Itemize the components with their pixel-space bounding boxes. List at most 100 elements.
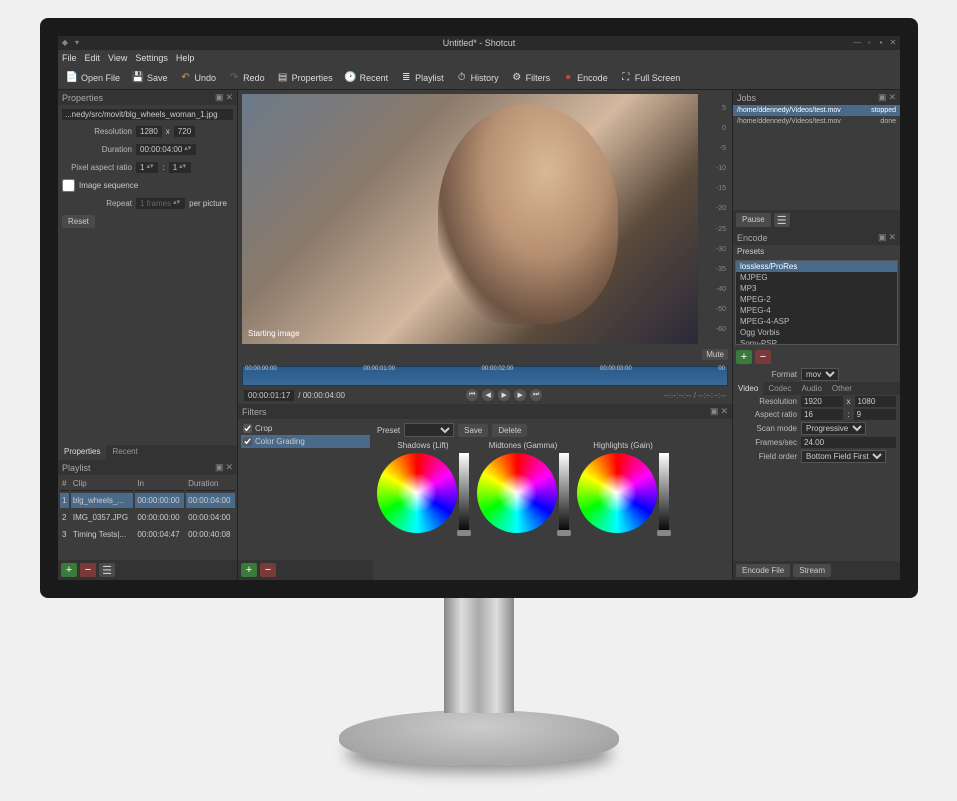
pin-icon[interactable]: ▾	[72, 38, 82, 48]
par-b[interactable]: 1▴▾	[169, 162, 191, 173]
undock-icon[interactable]: ▣	[710, 406, 719, 417]
fps-field[interactable]: 24.00	[801, 437, 896, 448]
preset-item[interactable]: MJPEG	[736, 272, 897, 283]
rewind-icon[interactable]: ◀	[482, 389, 494, 401]
open-file-button[interactable]: 📄Open File	[62, 70, 124, 86]
enc-res-w[interactable]: 1920	[801, 396, 843, 407]
res-width[interactable]: 1280	[136, 126, 162, 137]
jobs-menu-button[interactable]: ☰	[774, 213, 790, 227]
play-icon[interactable]: ▶	[498, 389, 510, 401]
luminance-slider[interactable]	[659, 453, 669, 533]
timeline[interactable]: 00:00:00:0000:00:01:0000:00:02:0000:00:0…	[242, 366, 728, 386]
scan-select[interactable]: Progressive	[801, 422, 866, 435]
menu-help[interactable]: Help	[176, 53, 195, 63]
playlist-menu-button[interactable]: ☰	[99, 563, 115, 577]
time-current[interactable]: 00:00:01:17	[244, 390, 294, 401]
full-screen-button[interactable]: ⛶Full Screen	[616, 70, 685, 86]
close-panel-icon[interactable]: ✕	[225, 462, 233, 473]
job-row[interactable]: /home/ddennedy/Videos/test.movdone	[733, 116, 900, 127]
tab-video[interactable]: Video	[733, 382, 763, 395]
preset-item[interactable]: MPEG-4-ASP	[736, 316, 897, 327]
restore-icon[interactable]: ▪	[876, 38, 886, 48]
reset-button[interactable]: Reset	[62, 215, 95, 228]
preset-add-button[interactable]: +	[736, 350, 752, 364]
undo-button[interactable]: ↶Undo	[176, 70, 221, 86]
luminance-slider[interactable]	[559, 453, 569, 533]
history-button[interactable]: ⏱History	[452, 70, 503, 86]
preset-item[interactable]: Sony-PSP	[736, 338, 897, 345]
menu-view[interactable]: View	[108, 53, 127, 63]
table-row[interactable]: 1blg_wheels_...00:00:00:0000:00:04:00	[60, 493, 235, 508]
encode-file-button[interactable]: Encode File	[736, 564, 790, 577]
duration-field[interactable]: 00:00:04:00▴▾	[136, 144, 196, 155]
filter-checkbox[interactable]	[243, 424, 252, 433]
hue-wheel[interactable]	[577, 453, 657, 533]
enc-res-h[interactable]: 1080	[855, 396, 897, 407]
job-row[interactable]: /home/ddennedy/Videos/test.movstopped	[733, 105, 900, 116]
format-select[interactable]: mov	[801, 368, 839, 381]
redo-button[interactable]: ↷Redo	[224, 70, 269, 86]
preset-item[interactable]: Ogg Vorbis	[736, 327, 897, 338]
playlist-add-button[interactable]: +	[61, 563, 77, 577]
close-icon[interactable]: ✕	[888, 38, 898, 48]
preset-item[interactable]: lossless/ProRes	[736, 261, 897, 272]
menu-file[interactable]: File	[62, 53, 77, 63]
preset-item[interactable]: MPEG-4	[736, 305, 897, 316]
save-preset-button[interactable]: Save	[458, 424, 488, 437]
filter-item-color-grading[interactable]: Color Grading	[241, 435, 370, 448]
table-row[interactable]: 2IMG_0357.JPG00:00:00:0000:00:04:00	[60, 510, 235, 525]
maximize-icon[interactable]: ▫	[864, 38, 874, 48]
save-button[interactable]: 💾Save	[128, 70, 172, 86]
tab-recent[interactable]: Recent	[106, 445, 143, 460]
preset-remove-button[interactable]: −	[755, 350, 771, 364]
playlist-button[interactable]: ≣Playlist	[396, 70, 448, 86]
enc-aspect-a[interactable]: 16	[801, 409, 843, 420]
table-row[interactable]: 3Timing Tests|...00:00:04:4700:00:40:08	[60, 527, 235, 542]
luminance-slider[interactable]	[459, 453, 469, 533]
mute-button[interactable]: Mute	[702, 349, 728, 360]
menu-settings[interactable]: Settings	[135, 53, 168, 63]
encode-button[interactable]: ⏺Encode	[558, 70, 612, 86]
preview-image[interactable]: Starting image	[242, 94, 698, 344]
repeat-field[interactable]: 1 frames▴▾	[136, 198, 185, 209]
tab-audio[interactable]: Audio	[796, 382, 826, 395]
undock-icon[interactable]: ▣	[878, 92, 887, 103]
imgseq-checkbox[interactable]	[62, 179, 75, 192]
preset-select[interactable]	[404, 423, 454, 437]
field-select[interactable]: Bottom Field First	[801, 450, 886, 463]
stream-button[interactable]: Stream	[793, 564, 831, 577]
filter-remove-button[interactable]: −	[260, 563, 276, 577]
undock-icon[interactable]: ▣	[215, 462, 224, 473]
tab-other[interactable]: Other	[827, 382, 857, 395]
delete-preset-button[interactable]: Delete	[492, 424, 527, 437]
menu-edit[interactable]: Edit	[85, 53, 101, 63]
preset-item[interactable]: MP3	[736, 283, 897, 294]
close-panel-icon[interactable]: ✕	[720, 406, 728, 417]
tab-codec[interactable]: Codec	[763, 382, 796, 395]
properties-button[interactable]: ▤Properties	[273, 70, 337, 86]
filter-item-crop[interactable]: Crop	[241, 422, 370, 435]
enc-aspect-b[interactable]: 9	[854, 409, 896, 420]
skip-start-icon[interactable]: ⏮	[466, 389, 478, 401]
pause-button[interactable]: Pause	[736, 213, 771, 227]
par-a[interactable]: 1▴▾	[136, 162, 158, 173]
preset-list[interactable]: lossless/ProResMJPEGMP3MPEG-2MPEG-4MPEG-…	[735, 260, 898, 345]
tab-properties[interactable]: Properties	[58, 445, 106, 460]
preset-item[interactable]: MPEG-2	[736, 294, 897, 305]
fastfwd-icon[interactable]: ▶	[514, 389, 526, 401]
close-panel-icon[interactable]: ✕	[888, 232, 896, 243]
minimize-icon[interactable]: —	[852, 38, 862, 48]
hue-wheel[interactable]	[477, 453, 557, 533]
skip-end-icon[interactable]: ⏭	[530, 389, 542, 401]
undock-icon[interactable]: ▣	[215, 92, 224, 103]
filters-button[interactable]: ⚙Filters	[507, 70, 555, 86]
recent-button[interactable]: 🕑Recent	[341, 70, 393, 86]
playlist-remove-button[interactable]: −	[80, 563, 96, 577]
close-panel-icon[interactable]: ✕	[225, 92, 233, 103]
filter-checkbox[interactable]	[243, 437, 252, 446]
hue-wheel[interactable]	[377, 453, 457, 533]
filter-add-button[interactable]: +	[241, 563, 257, 577]
res-height[interactable]: 720	[174, 126, 195, 137]
close-panel-icon[interactable]: ✕	[888, 92, 896, 103]
undock-icon[interactable]: ▣	[878, 232, 887, 243]
